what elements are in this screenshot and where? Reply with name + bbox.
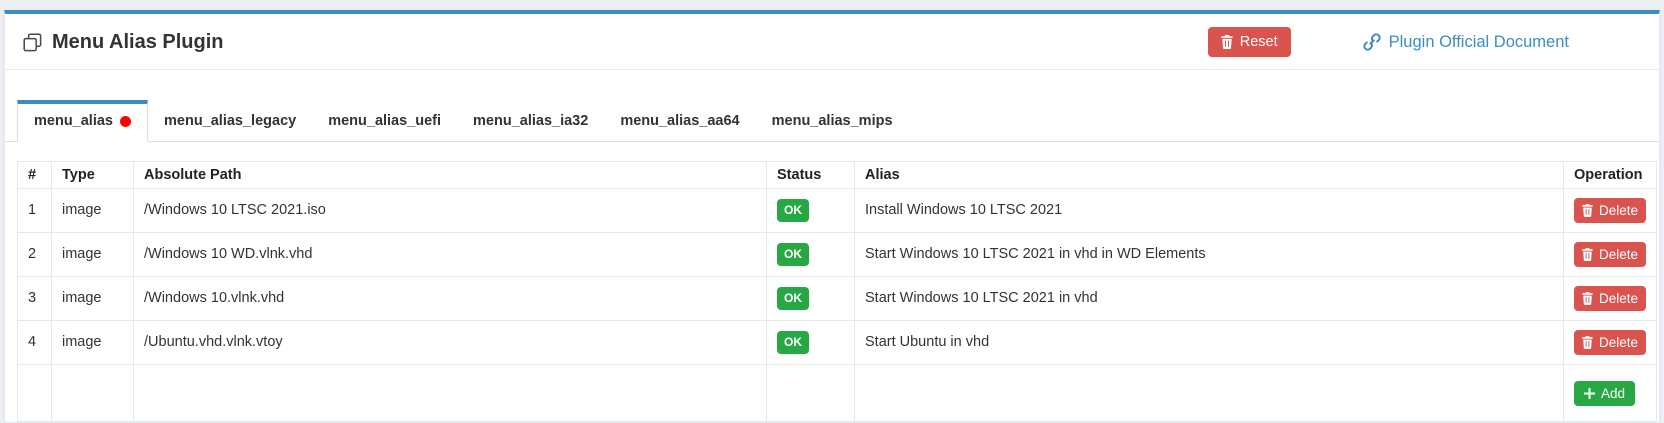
delete-button-label: Delete [1599,335,1638,350]
status-badge: OK [777,199,809,222]
tab-label: menu_alias_uefi [328,113,441,129]
col-header-path: Absolute Path [134,162,767,189]
cell-status: OK [767,321,855,365]
add-button-label: Add [1601,386,1625,401]
add-button[interactable]: Add [1574,381,1635,406]
cell-type: image [52,321,134,365]
table-row: 3image/Windows 10.vlnk.vhd OK Start Window… [18,277,1657,321]
table-row: 2image/Windows 10 WD.vlnk.vhd OK Start Win… [18,233,1657,277]
delete-button-label: Delete [1599,203,1638,218]
reset-button-label: Reset [1240,34,1278,50]
col-header-status: Status [767,162,855,189]
tab-menu_alias_ia32[interactable]: menu_alias_ia32 [457,100,604,142]
delete-button[interactable]: Delete [1574,198,1646,223]
cell-operation: Delete [1564,189,1657,233]
tab-label: menu_alias [34,113,113,129]
trash-icon [1582,336,1593,349]
cell-operation: Delete [1564,277,1657,321]
cell-status: OK [767,277,855,321]
tab-label: menu_alias_mips [772,113,893,129]
cell-alias [855,365,1564,422]
plus-icon [1584,388,1595,399]
cell-index: 1 [18,189,52,233]
plugin-panel: Menu Alias Plugin Reset Plugin Official … [4,10,1660,423]
cell-index: 3 [18,277,52,321]
col-header-type: Type [52,162,134,189]
table-row: 4image/Ubuntu.vhd.vlnk.vtoy OK Start Ubunt… [18,321,1657,365]
delete-button-label: Delete [1599,247,1638,262]
reset-button[interactable]: Reset [1208,27,1291,57]
cell-status: OK [767,189,855,233]
delete-button-label: Delete [1599,291,1638,306]
cell-path [134,365,767,422]
add-row: Add [18,365,1657,422]
status-badge: OK [777,331,809,354]
clone-icon [23,33,42,52]
col-header-index: # [18,162,52,189]
cell-operation: Delete [1564,321,1657,365]
plugin-doc-link[interactable]: Plugin Official Document [1363,33,1569,52]
cell-status [767,365,855,422]
red-dot-icon [120,116,131,127]
cell-alias: Install Windows 10 LTSC 2021 [855,189,1564,233]
status-badge: OK [777,243,809,266]
cell-index: 4 [18,321,52,365]
cell-type: image [52,189,134,233]
cell-type: image [52,277,134,321]
col-header-alias: Alias [855,162,1564,189]
table-row: 1image/Windows 10 LTSC 2021.iso OK Install… [18,189,1657,233]
delete-button[interactable]: Delete [1574,330,1646,355]
tab-menu_alias[interactable]: menu_alias [17,100,148,142]
tab-menu_alias_aa64[interactable]: menu_alias_aa64 [604,100,755,142]
alias-table: # Type Absolute Path Status Alias Operat… [17,161,1657,422]
cell-path: /Windows 10 WD.vlnk.vhd [134,233,767,277]
link-icon [1363,33,1381,51]
panel-header: Menu Alias Plugin Reset Plugin Official … [5,14,1659,70]
cell-path: /Windows 10.vlnk.vhd [134,277,767,321]
delete-button[interactable]: Delete [1574,286,1646,311]
tab-label: menu_alias_ia32 [473,113,588,129]
tab-menu_alias_mips[interactable]: menu_alias_mips [756,100,909,142]
tab-menu_alias_legacy[interactable]: menu_alias_legacy [148,100,312,142]
page-title: Menu Alias Plugin [52,31,1208,54]
cell-type [52,365,134,422]
tab-bar: menu_alias menu_alias_legacy menu_alias_… [5,100,1659,142]
cell-type: image [52,233,134,277]
delete-button[interactable]: Delete [1574,242,1646,267]
tab-label: menu_alias_legacy [164,113,296,129]
cell-status: OK [767,233,855,277]
col-header-operation: Operation [1564,162,1657,189]
cell-index [18,365,52,422]
status-badge: OK [777,287,809,310]
cell-operation: Delete [1564,233,1657,277]
plugin-doc-link-label: Plugin Official Document [1389,33,1569,52]
trash-icon [1582,204,1593,217]
cell-alias: Start Windows 10 LTSC 2021 in vhd in WD … [855,233,1564,277]
tab-label: menu_alias_aa64 [620,113,739,129]
cell-path: /Ubuntu.vhd.vlnk.vtoy [134,321,767,365]
cell-index: 2 [18,233,52,277]
cell-alias: Start Windows 10 LTSC 2021 in vhd [855,277,1564,321]
trash-icon [1582,248,1593,261]
trash-icon [1221,35,1233,49]
tab-menu_alias_uefi[interactable]: menu_alias_uefi [312,100,457,142]
cell-alias: Start Ubuntu in vhd [855,321,1564,365]
cell-operation: Add [1564,365,1657,422]
table-header-row: # Type Absolute Path Status Alias Operat… [18,162,1657,189]
trash-icon [1582,292,1593,305]
cell-path: /Windows 10 LTSC 2021.iso [134,189,767,233]
